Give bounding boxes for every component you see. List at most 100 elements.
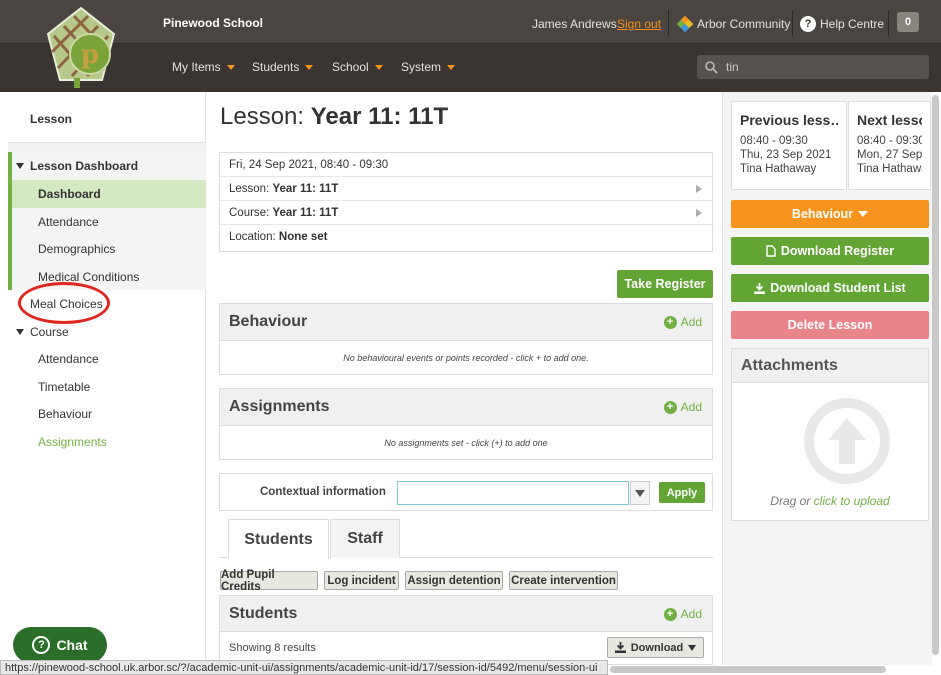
sidebar-separator bbox=[8, 142, 206, 152]
drag-to-upload-text: Drag or click to upload bbox=[732, 494, 928, 508]
apply-button[interactable]: Apply bbox=[659, 482, 705, 503]
sidebar-item-dashboard[interactable]: Dashboard bbox=[38, 187, 101, 201]
students-add-button[interactable]: + Add bbox=[663, 607, 702, 621]
download-student-list-button[interactable]: Download Student List bbox=[731, 274, 929, 302]
arbor-community-link[interactable]: Arbor Community bbox=[677, 15, 790, 33]
page-title-name: Year 11: 11T bbox=[310, 103, 449, 130]
download-label: Download bbox=[630, 641, 684, 654]
tab-students[interactable]: Students bbox=[228, 519, 329, 559]
school-logo[interactable]: p bbox=[44, 6, 118, 90]
chevron-down-icon bbox=[305, 64, 314, 70]
vertical-scrollbar[interactable] bbox=[932, 95, 939, 655]
nav-students[interactable]: Students bbox=[252, 60, 314, 74]
notifications-badge[interactable]: 0 bbox=[897, 12, 919, 32]
panel-title: Behaviour bbox=[229, 313, 308, 330]
behaviour-add-button[interactable]: + Add bbox=[663, 315, 702, 329]
arbor-community-icon bbox=[677, 16, 693, 32]
triangle-down-icon bbox=[16, 329, 24, 335]
header-divider bbox=[792, 10, 793, 36]
previous-lesson-card[interactable]: Previous less… 08:40 - 09:30 Thu, 23 Sep… bbox=[731, 101, 847, 190]
delete-lesson-button[interactable]: Delete Lesson bbox=[731, 311, 929, 339]
previous-lesson-date: Thu, 23 Sep 2021 bbox=[740, 149, 832, 161]
behaviour-panel: Behaviour + Add No behavioural events or… bbox=[219, 303, 713, 375]
sidebar-item-behaviour[interactable]: Behaviour bbox=[38, 407, 92, 421]
sidebar-course[interactable]: Course bbox=[16, 325, 69, 339]
contextual-information-input[interactable] bbox=[397, 481, 629, 505]
horizontal-scrollbar[interactable] bbox=[610, 666, 886, 673]
assignments-add-button[interactable]: + Add bbox=[663, 400, 702, 414]
chat-button[interactable]: ? Chat bbox=[13, 627, 107, 663]
nav-label: My Items bbox=[172, 60, 221, 74]
contextual-information-row: Contextual information Apply bbox=[219, 473, 713, 511]
nav-school[interactable]: School bbox=[332, 60, 383, 74]
nav-label: Students bbox=[252, 60, 300, 74]
next-lesson-time: 08:40 - 09:30 bbox=[857, 135, 922, 147]
add-label: Add bbox=[680, 400, 702, 414]
panel-title: Assignments bbox=[229, 398, 330, 415]
log-incident-button[interactable]: Log incident bbox=[324, 571, 399, 590]
sidebar-item-assignments[interactable]: Assignments bbox=[38, 435, 107, 449]
download-register-button[interactable]: Download Register bbox=[731, 237, 929, 265]
nav-system[interactable]: System bbox=[401, 60, 456, 74]
panel-title: Students bbox=[229, 604, 298, 622]
upload-drop-zone[interactable] bbox=[804, 398, 890, 484]
take-register-button[interactable]: Take Register bbox=[617, 270, 713, 298]
next-lesson-date: Mon, 27 Sep 2021 bbox=[857, 149, 922, 161]
lesson-link-row[interactable]: Lesson: Year 11: 11T bbox=[220, 177, 712, 201]
nav-label: System bbox=[401, 60, 442, 74]
assign-detention-button[interactable]: Assign detention bbox=[405, 571, 503, 590]
page-title: Lesson: Year 11: 11T bbox=[220, 103, 448, 131]
svg-text:p: p bbox=[81, 40, 99, 70]
chevron-down-icon bbox=[858, 211, 869, 217]
previous-lesson-title: Previous less… bbox=[740, 112, 838, 128]
next-lesson-card[interactable]: Next lesson 08:40 - 09:30 Mon, 27 Sep 20… bbox=[848, 101, 931, 190]
contextual-information-dropdown[interactable] bbox=[630, 481, 650, 505]
chevron-down-icon bbox=[635, 489, 645, 497]
behaviour-panel-header: Behaviour + Add bbox=[220, 304, 712, 341]
students-download-button[interactable]: Download bbox=[607, 637, 704, 658]
info-label: Course: bbox=[229, 206, 270, 219]
nav-label: School bbox=[332, 60, 369, 74]
behaviour-empty-message[interactable]: No behavioural events or points recorded… bbox=[220, 341, 712, 375]
search-icon bbox=[705, 60, 718, 74]
tab-staff[interactable]: Staff bbox=[330, 519, 400, 558]
sidebar-lesson-heading[interactable]: Lesson bbox=[30, 112, 72, 126]
help-centre-link[interactable]: ? Help Centre bbox=[800, 15, 884, 33]
assignments-empty-message[interactable]: No assignments set - click (+) to add on… bbox=[220, 426, 712, 460]
status-bar-url: https://pinewood-school.uk.arbor.sc/?/ac… bbox=[0, 660, 608, 675]
sidebar-item-timetable[interactable]: Timetable bbox=[38, 380, 90, 394]
download-student-list-label: Download Student List bbox=[770, 281, 906, 295]
add-label: Add bbox=[680, 315, 702, 329]
add-pupil-credits-button[interactable]: Add Pupil Credits bbox=[220, 569, 318, 593]
contextual-information-label: Contextual information bbox=[260, 486, 386, 498]
app-header: p Pinewood School James Andrews Sign out… bbox=[0, 0, 941, 92]
arbor-community-label: Arbor Community bbox=[697, 17, 791, 31]
click-to-upload-link[interactable]: click to upload bbox=[814, 494, 890, 508]
sign-out-link[interactable]: Sign out bbox=[617, 17, 661, 31]
info-value: None set bbox=[278, 231, 328, 243]
next-lesson-teacher: Tina Hathaway bbox=[857, 163, 922, 175]
create-intervention-button[interactable]: Create intervention bbox=[509, 571, 618, 590]
students-panel: Students + Add Showing 8 results Downloa… bbox=[219, 595, 713, 665]
sidebar-lesson-dashboard[interactable]: Lesson Dashboard bbox=[16, 159, 138, 173]
chevron-down-icon bbox=[374, 64, 383, 70]
behaviour-dropdown-button[interactable]: Behaviour bbox=[731, 200, 929, 228]
sidebar-group-label: Lesson Dashboard bbox=[30, 159, 139, 173]
search-input[interactable] bbox=[726, 60, 916, 74]
sidebar-item-course-attendance[interactable]: Attendance bbox=[38, 352, 99, 366]
course-link-row[interactable]: Course: Year 11: 11T bbox=[220, 201, 712, 225]
header-divider bbox=[888, 10, 889, 36]
download-icon bbox=[754, 282, 766, 294]
download-icon bbox=[614, 642, 626, 653]
info-label: Location: bbox=[229, 231, 276, 243]
nav-my-items[interactable]: My Items bbox=[172, 60, 235, 74]
sidebar-item-demographics[interactable]: Demographics bbox=[38, 242, 115, 256]
previous-lesson-teacher: Tina Hathaway bbox=[740, 163, 817, 175]
attachments-title: Attachments bbox=[732, 349, 928, 383]
chevron-right-icon bbox=[696, 209, 702, 217]
global-search[interactable] bbox=[697, 55, 929, 79]
school-name[interactable]: Pinewood School bbox=[163, 16, 263, 30]
sidebar-group-label: Course bbox=[30, 325, 69, 339]
plus-icon: + bbox=[663, 315, 677, 329]
sidebar-item-attendance[interactable]: Attendance bbox=[38, 215, 99, 229]
